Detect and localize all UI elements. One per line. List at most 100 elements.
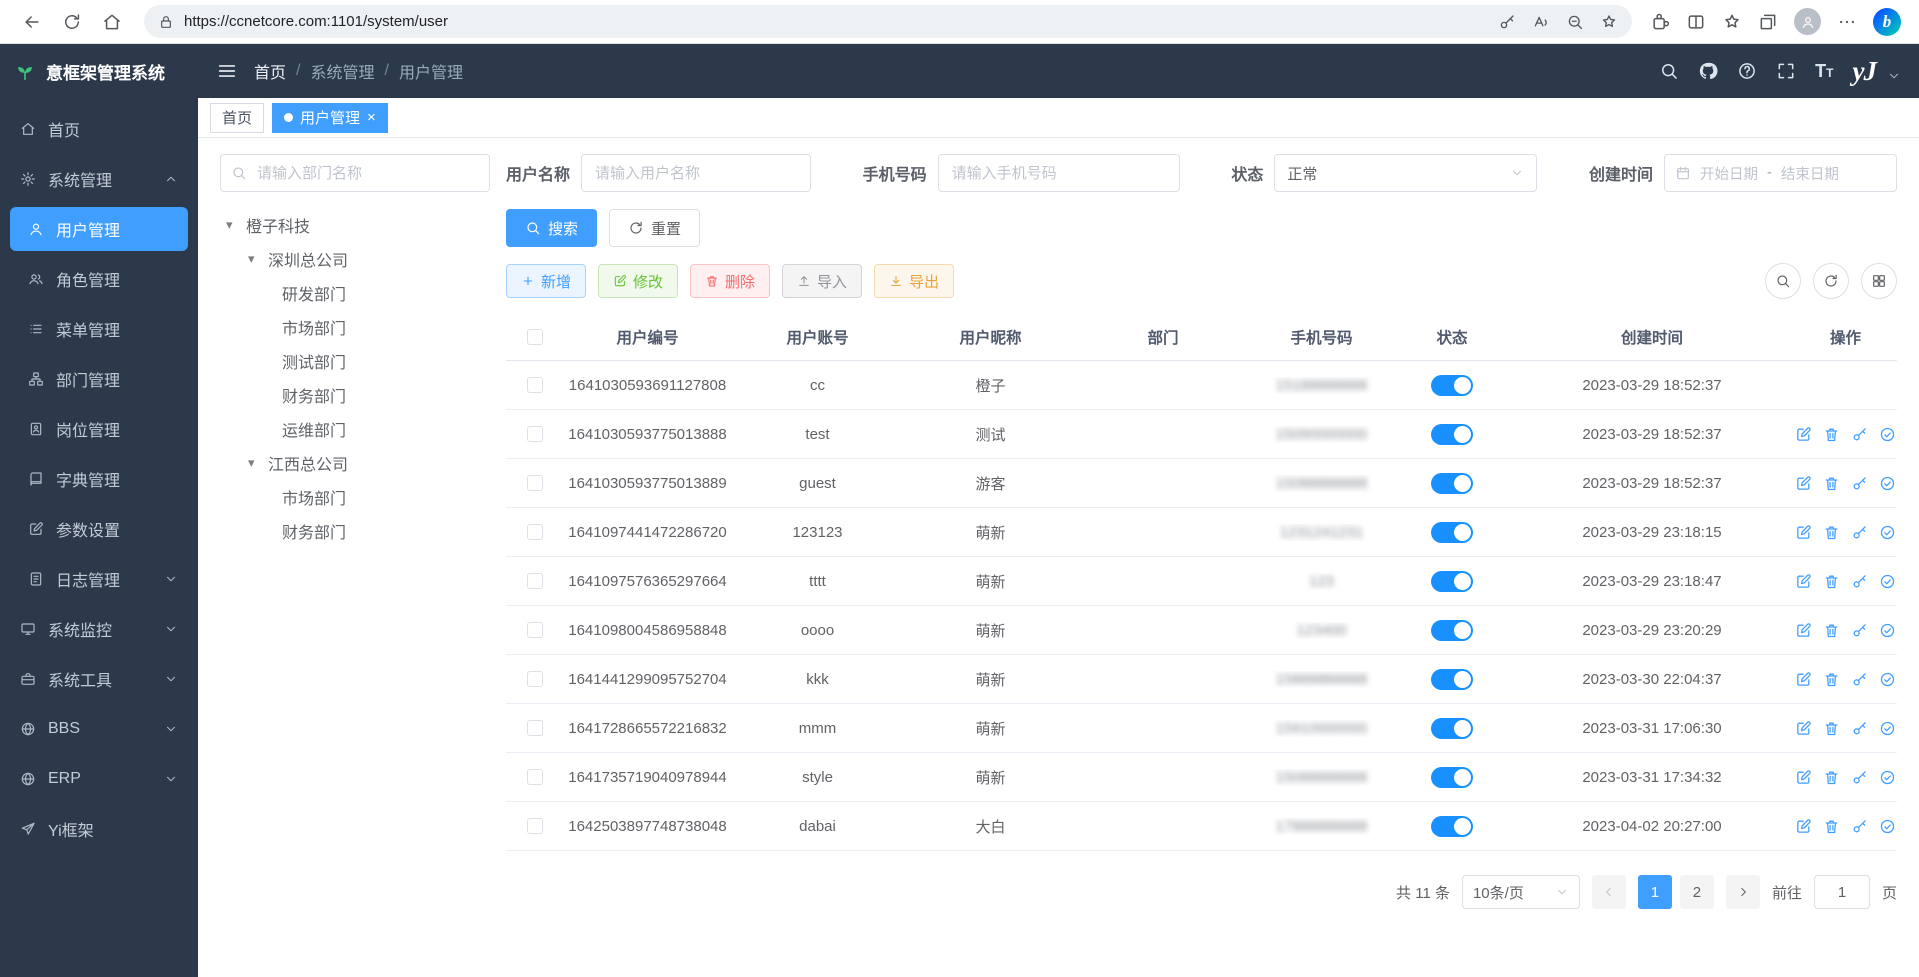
next-page-button[interactable] [1726, 875, 1760, 909]
add-button[interactable]: 新增 [506, 264, 586, 298]
sidebar-item-user-management[interactable]: 用户管理 [10, 207, 188, 251]
row-checkbox[interactable] [527, 377, 543, 393]
row-checkbox[interactable] [527, 671, 543, 687]
home-button[interactable] [94, 4, 130, 40]
search-button[interactable]: 搜索 [506, 209, 597, 247]
sidebar-item-yi-framework[interactable]: Yi框架 [0, 804, 198, 854]
edit-row-button[interactable] [1795, 622, 1812, 639]
row-checkbox[interactable] [527, 475, 543, 491]
reset-button[interactable]: 重置 [609, 209, 700, 247]
reset-password-button[interactable] [1851, 524, 1868, 541]
goto-page-input[interactable] [1814, 875, 1870, 909]
zoom-out-icon[interactable] [1566, 13, 1584, 31]
tree-expand-caret-icon[interactable]: ▾ [226, 217, 246, 233]
tree-node-1[interactable]: ▾深圳总公司 [220, 242, 490, 276]
extensions-icon[interactable] [1650, 12, 1670, 32]
sidebar-item-home[interactable]: 首页 [0, 104, 198, 154]
tree-node-7[interactable]: ▾江西总公司 [220, 446, 490, 480]
edit-row-button[interactable] [1795, 671, 1812, 688]
add-favorite-icon[interactable] [1600, 13, 1618, 31]
edit-row-button[interactable] [1795, 426, 1812, 443]
user-menu-caret-icon[interactable] [1887, 69, 1901, 83]
edit-row-button[interactable] [1795, 475, 1812, 492]
status-toggle[interactable] [1431, 424, 1473, 445]
dept-search-input[interactable] [220, 154, 490, 192]
status-toggle[interactable] [1431, 473, 1473, 494]
sidebar-item-system-management[interactable]: 系统管理 [0, 154, 198, 204]
assign-role-button[interactable] [1879, 573, 1896, 590]
back-button[interactable] [14, 4, 50, 40]
date-range-picker[interactable]: 开始日期 - 结束日期 [1664, 154, 1897, 192]
tree-node-9[interactable]: 财务部门 [220, 514, 490, 548]
close-tab-icon[interactable]: × [367, 110, 376, 125]
refresh-table-button[interactable] [1813, 263, 1849, 299]
assign-role-button[interactable] [1879, 622, 1896, 639]
delete-row-button[interactable] [1823, 671, 1840, 688]
reset-password-button[interactable] [1851, 671, 1868, 688]
delete-row-button[interactable] [1823, 475, 1840, 492]
breadcrumb-system[interactable]: 系统管理 [310, 59, 374, 83]
password-icon[interactable] [1498, 13, 1516, 31]
profile-avatar[interactable] [1794, 8, 1821, 35]
status-toggle[interactable] [1431, 669, 1473, 690]
row-checkbox[interactable] [527, 720, 543, 736]
delete-button[interactable]: 删除 [690, 264, 770, 298]
status-toggle[interactable] [1431, 718, 1473, 739]
favorites-icon[interactable] [1722, 12, 1742, 32]
delete-row-button[interactable] [1823, 524, 1840, 541]
status-toggle[interactable] [1431, 571, 1473, 592]
sidebar-item-post-management[interactable]: 岗位管理 [0, 404, 198, 454]
assign-role-button[interactable] [1879, 426, 1896, 443]
status-toggle[interactable] [1431, 375, 1473, 396]
export-button[interactable]: 导出 [874, 264, 954, 298]
tree-node-5[interactable]: 财务部门 [220, 378, 490, 412]
sidebar-item-system-tools[interactable]: 系统工具 [0, 654, 198, 704]
assign-role-button[interactable] [1879, 671, 1896, 688]
page-1-button[interactable]: 1 [1638, 875, 1672, 909]
breadcrumb-home[interactable]: 首页 [254, 59, 286, 83]
assign-role-button[interactable] [1879, 475, 1896, 492]
fullscreen-icon[interactable] [1776, 61, 1796, 81]
assign-role-button[interactable] [1879, 769, 1896, 786]
edit-row-button[interactable] [1795, 769, 1812, 786]
delete-row-button[interactable] [1823, 622, 1840, 639]
tree-node-8[interactable]: 市场部门 [220, 480, 490, 514]
copilot-icon[interactable]: b [1873, 8, 1901, 36]
tree-node-4[interactable]: 测试部门 [220, 344, 490, 378]
sidebar-toggle-icon[interactable] [216, 60, 238, 82]
phone-input[interactable] [938, 154, 1180, 192]
status-toggle[interactable] [1431, 620, 1473, 641]
reset-password-button[interactable] [1851, 573, 1868, 590]
help-icon[interactable] [1737, 61, 1757, 81]
delete-row-button[interactable] [1823, 573, 1840, 590]
edit-row-button[interactable] [1795, 573, 1812, 590]
github-icon[interactable] [1698, 61, 1718, 81]
page-2-button[interactable]: 2 [1680, 875, 1714, 909]
tree-node-0[interactable]: ▾橙子科技 [220, 208, 490, 242]
address-bar[interactable]: https://ccnetcore.com:1101/system/user [144, 5, 1632, 38]
row-checkbox[interactable] [527, 573, 543, 589]
sidebar-item-menu-management[interactable]: 菜单管理 [0, 304, 198, 354]
sidebar-item-dept-management[interactable]: 部门管理 [0, 354, 198, 404]
assign-role-button[interactable] [1879, 720, 1896, 737]
tree-expand-caret-icon[interactable]: ▾ [248, 455, 268, 471]
user-logo[interactable]: yJ [1853, 56, 1876, 87]
reset-password-button[interactable] [1851, 769, 1868, 786]
status-toggle[interactable] [1431, 816, 1473, 837]
row-checkbox[interactable] [527, 818, 543, 834]
delete-row-button[interactable] [1823, 426, 1840, 443]
tab-user-management[interactable]: 用户管理 × [272, 103, 388, 133]
username-input[interactable] [581, 154, 811, 192]
delete-row-button[interactable] [1823, 720, 1840, 737]
row-checkbox[interactable] [527, 426, 543, 442]
edit-row-button[interactable] [1795, 818, 1812, 835]
reset-password-button[interactable] [1851, 622, 1868, 639]
tree-node-3[interactable]: 市场部门 [220, 310, 490, 344]
split-screen-icon[interactable] [1686, 12, 1706, 32]
edit-button[interactable]: 修改 [598, 264, 678, 298]
sidebar-item-log-management[interactable]: 日志管理 [0, 554, 198, 604]
read-aloud-icon[interactable] [1532, 13, 1550, 31]
row-checkbox[interactable] [527, 524, 543, 540]
status-toggle[interactable] [1431, 767, 1473, 788]
reset-password-button[interactable] [1851, 818, 1868, 835]
